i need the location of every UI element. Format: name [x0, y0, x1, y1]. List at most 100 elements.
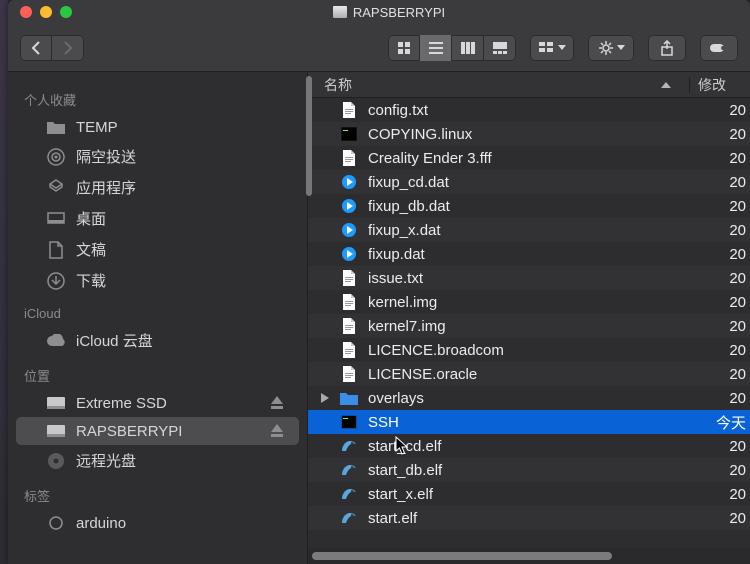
- file-row[interactable]: fixup_x.dat20: [308, 218, 750, 242]
- txt-file-icon: [340, 149, 358, 167]
- elf-file-icon: [340, 461, 358, 479]
- sidebar-item[interactable]: 桌面: [16, 203, 299, 234]
- chevron-down-icon: [558, 45, 566, 50]
- file-row[interactable]: config.txt20: [308, 98, 750, 122]
- column-view-button[interactable]: [452, 35, 484, 61]
- txt-file-icon: [340, 101, 358, 119]
- chevron-left-icon: [31, 41, 41, 55]
- zoom-window-button[interactable]: [60, 6, 72, 18]
- sidebar-item[interactable]: iCloud 云盘: [16, 325, 299, 356]
- tags-button[interactable]: [700, 35, 738, 61]
- close-window-button[interactable]: [20, 6, 32, 18]
- file-date: 20: [710, 342, 750, 359]
- airdrop-icon: [46, 148, 66, 166]
- file-name: SSH: [368, 414, 700, 431]
- disk-icon: [333, 6, 347, 18]
- file-name: fixup_db.dat: [368, 198, 700, 215]
- dat-file-icon: [340, 245, 358, 263]
- file-row[interactable]: start_cd.elf20: [308, 434, 750, 458]
- dat-file-icon: [340, 197, 358, 215]
- nav-buttons: [20, 35, 84, 61]
- file-name: fixup_cd.dat: [368, 174, 700, 191]
- sidebar-item[interactable]: RAPSBERRYPI: [16, 417, 299, 445]
- folder-icon: [46, 118, 66, 136]
- titlebar: RAPSBERRYPI: [8, 0, 750, 24]
- eject-button[interactable]: [271, 424, 283, 438]
- column-header-date[interactable]: 修改: [698, 75, 738, 95]
- sidebar-item[interactable]: arduino: [16, 509, 299, 537]
- dat-file-icon: [340, 221, 358, 239]
- sidebar-item-label: 隔空投送: [76, 146, 283, 167]
- sort-ascending-icon: [661, 82, 671, 88]
- file-date: 20: [710, 318, 750, 335]
- file-row[interactable]: COPYING.linux20: [308, 122, 750, 146]
- file-name: fixup_x.dat: [368, 222, 700, 239]
- file-name: kernel.img: [368, 294, 700, 311]
- group-by-button[interactable]: [530, 35, 574, 61]
- window-title-text: RAPSBERRYPI: [353, 5, 445, 20]
- elf-file-icon: [340, 437, 358, 455]
- sidebar-item[interactable]: Extreme SSD: [16, 389, 299, 417]
- sidebar-item-label: TEMP: [76, 119, 283, 136]
- dat-file-icon: [340, 173, 358, 191]
- column-header-name[interactable]: 名称: [324, 75, 681, 95]
- file-row[interactable]: fixup_cd.dat20: [308, 170, 750, 194]
- txt-file-icon: [340, 269, 358, 287]
- disclosure-triangle-icon[interactable]: [320, 393, 330, 403]
- sidebar-item[interactable]: 应用程序: [16, 172, 299, 203]
- file-row[interactable]: start.elf20: [308, 506, 750, 530]
- file-row[interactable]: start_db.elf20: [308, 458, 750, 482]
- sidebar: 个人收藏TEMP隔空投送应用程序桌面文稿下载iCloudiCloud 云盘位置E…: [8, 72, 308, 564]
- file-row[interactable]: fixup_db.dat20: [308, 194, 750, 218]
- file-row[interactable]: LICENCE.broadcom20: [308, 338, 750, 362]
- toolbar: [8, 24, 750, 72]
- back-button[interactable]: [20, 35, 52, 61]
- share-icon: [661, 40, 673, 56]
- sidebar-item[interactable]: TEMP: [16, 113, 299, 141]
- column-header-date-label: 修改: [698, 77, 726, 93]
- file-row[interactable]: issue.txt20: [308, 266, 750, 290]
- sidebar-section-header: iCloud: [8, 296, 307, 325]
- scrollbar-thumb[interactable]: [312, 552, 612, 560]
- desktop-background: [0, 0, 8, 564]
- file-name: start.elf: [368, 510, 700, 527]
- file-row[interactable]: Creality Ender 3.fff20: [308, 146, 750, 170]
- file-date: 20: [710, 294, 750, 311]
- sidebar-scrollbar-thumb[interactable]: [306, 76, 312, 196]
- minimize-window-button[interactable]: [40, 6, 52, 18]
- file-date: 20: [710, 246, 750, 263]
- list-view-button[interactable]: [420, 35, 452, 61]
- file-row[interactable]: LICENSE.oracle20: [308, 362, 750, 386]
- eject-button[interactable]: [271, 396, 283, 410]
- share-button[interactable]: [648, 35, 686, 61]
- forward-button[interactable]: [52, 35, 84, 61]
- exec-file-icon: [340, 125, 358, 143]
- horizontal-scrollbar[interactable]: [308, 548, 750, 564]
- sidebar-item[interactable]: 文稿: [16, 234, 299, 265]
- gallery-view-button[interactable]: [484, 35, 516, 61]
- file-row[interactable]: start_x.elf 20: [308, 482, 750, 506]
- list-icon: [429, 42, 443, 54]
- file-name: Creality Ender 3.fff: [368, 150, 700, 167]
- sidebar-item[interactable]: 远程光盘: [16, 445, 299, 476]
- sidebar-item-label: Extreme SSD: [76, 395, 261, 412]
- sidebar-item[interactable]: 下载: [16, 265, 299, 296]
- file-row[interactable]: overlays20: [308, 386, 750, 410]
- file-name: start_x.elf: [368, 486, 700, 503]
- tag-icon: [710, 42, 728, 54]
- file-name: start_db.elf: [368, 462, 700, 479]
- window-title: RAPSBERRYPI: [88, 5, 690, 20]
- icon-view-button[interactable]: [388, 35, 420, 61]
- column-header-name-label: 名称: [324, 75, 352, 95]
- file-row[interactable]: kernel.img 20: [308, 290, 750, 314]
- sidebar-item[interactable]: 隔空投送: [16, 141, 299, 172]
- file-row[interactable]: SSH今天: [308, 410, 750, 434]
- file-date: 20: [710, 486, 750, 503]
- finder-window: RAPSBERRYPI: [8, 0, 750, 564]
- action-menu-button[interactable]: [588, 35, 634, 61]
- sidebar-item-label: 文稿: [76, 239, 283, 260]
- file-row[interactable]: kernel7.img20: [308, 314, 750, 338]
- arrange-buttons: [530, 35, 574, 61]
- file-row[interactable]: fixup.dat20: [308, 242, 750, 266]
- file-date: 20: [710, 126, 750, 143]
